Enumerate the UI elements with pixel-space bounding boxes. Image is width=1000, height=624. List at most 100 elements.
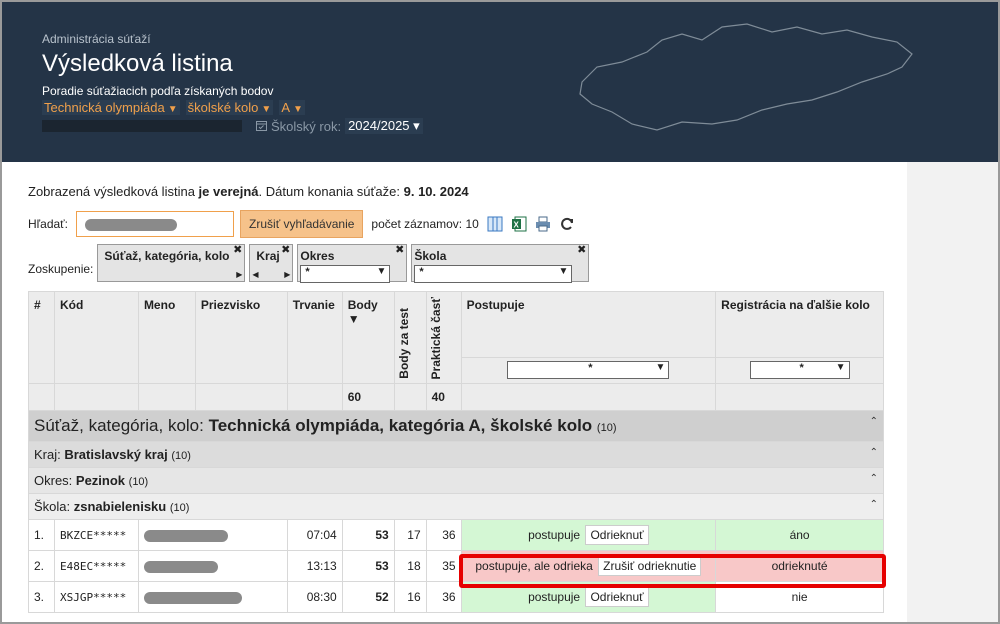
school-year-label: Školský rok: <box>271 118 342 134</box>
row-name-redacted <box>137 519 288 551</box>
row-duration: 13:13 <box>286 550 343 582</box>
window-frame: Administrácia súťaží Výsledková listina … <box>0 0 1000 624</box>
advances-status: postupuje <box>528 590 581 604</box>
col-registration[interactable]: Registrácia na ďalšie kolo <box>715 291 884 358</box>
row-advances: postupuje Odrieknuť <box>460 519 717 551</box>
decline-button[interactable]: Odrieknuť <box>585 587 649 607</box>
decline-button[interactable]: Odrieknuť <box>585 525 649 545</box>
max-empty <box>460 383 717 411</box>
group-header-competition[interactable]: Súťaž, kategória, kolo: Technická olympi… <box>28 410 884 442</box>
group4-value: zsnabielenisku <box>73 499 167 514</box>
row-registration: áno <box>715 519 884 551</box>
col-test-points[interactable]: Body za test <box>393 291 427 384</box>
breadcrumb[interactable]: Administrácia súťaží <box>42 32 151 46</box>
chevron-up-icon[interactable]: ⌃ <box>870 447 878 458</box>
close-icon[interactable]: ✖ <box>233 243 242 256</box>
chevron-up-icon[interactable]: ⌃ <box>870 473 878 484</box>
group-chip-school[interactable]: Škola ✖ * ▼ <box>411 243 590 283</box>
registration-filter-value: * <box>799 362 804 374</box>
row-advances: postupuje, ale odrieka Zrušiť odrieknuti… <box>460 550 717 582</box>
advances-status: postupuje <box>528 528 581 542</box>
close-icon[interactable]: ✖ <box>577 243 586 256</box>
group-chip-region-label: Kraj <box>256 249 280 263</box>
group-chip-district[interactable]: Okres ✖ * ▼ <box>297 243 408 283</box>
max-empty <box>194 383 288 411</box>
school-year: Školský rok: 2024/2025 ▾ <box>256 118 423 134</box>
competition-select[interactable]: Technická olympiáda ▼ <box>42 100 180 115</box>
search-redacted-text <box>85 219 178 231</box>
col-advances[interactable]: Postupuje <box>460 291 717 358</box>
close-icon[interactable]: ✖ <box>281 243 290 256</box>
arrow-right-icon[interactable]: ▶ <box>284 270 290 279</box>
school-year-select[interactable]: 2024/2025 ▾ <box>345 118 423 134</box>
grouping-label: Zoskupenie: <box>28 262 94 276</box>
group-chip-region[interactable]: Kraj ✖ ◀ ▶ <box>249 243 294 282</box>
district-filter-value: * <box>305 266 310 278</box>
chevron-down-icon: ▼ <box>835 362 846 373</box>
table-row[interactable]: 2. E48EC***** 13:13 53 18 35 postupuje, … <box>28 550 884 582</box>
registration-filter-cell: * ▼ <box>715 357 884 384</box>
row-test-points: 17 <box>393 519 427 551</box>
col-points[interactable]: Body ▼ <box>341 291 395 384</box>
refresh-icon[interactable] <box>559 216 575 232</box>
chevron-up-icon[interactable]: ⌃ <box>870 499 878 510</box>
round-select-value: školské kolo <box>187 100 259 115</box>
row-name-redacted <box>137 550 288 582</box>
group-header-school[interactable]: Škola: zsnabielenisku (10) ⌃ <box>28 493 884 520</box>
col-num[interactable]: # <box>28 291 55 384</box>
group3-label: Okres: <box>34 473 76 488</box>
chevron-up-icon[interactable]: ⌃ <box>870 416 878 427</box>
table-header-row: # Kód Meno Priezvisko Trvanie Body ▼ Bod… <box>28 291 884 384</box>
row-num: 1. <box>28 519 55 551</box>
col-practical[interactable]: Praktická časť <box>425 291 462 384</box>
chevron-down-icon: ▼ <box>655 362 666 373</box>
row-num: 3. <box>28 581 55 613</box>
arrow-right-icon[interactable]: ▶ <box>236 270 242 279</box>
print-icon[interactable] <box>535 216 551 232</box>
group1-label: Súťaž, kategória, kolo: <box>34 416 209 435</box>
col-code[interactable]: Kód <box>53 291 139 384</box>
col-name[interactable]: Meno <box>137 291 196 384</box>
row-advances: postupuje Odrieknuť <box>460 581 717 613</box>
group-header-region[interactable]: Kraj: Bratislavský kraj (10) ⌃ <box>28 441 884 468</box>
group-chip-competition[interactable]: Súťaž, kategória, kolo ✖ ▶ <box>97 243 246 282</box>
registration-filter-select[interactable]: * ▼ <box>749 361 850 379</box>
slovakia-map-icon <box>579 23 913 131</box>
public-status: je verejná <box>198 184 259 199</box>
close-icon[interactable]: ✖ <box>395 243 404 256</box>
results-table: # Kód Meno Priezvisko Trvanie Body ▼ Bod… <box>28 291 884 613</box>
district-filter-select[interactable]: * ▼ <box>300 265 391 283</box>
columns-icon[interactable] <box>487 216 503 232</box>
group-header-district[interactable]: Okres: Pezinok (10) ⌃ <box>28 467 884 494</box>
row-test-points: 18 <box>393 550 427 582</box>
col-surname[interactable]: Priezvisko <box>194 291 288 384</box>
cancel-search-button[interactable]: Zrušiť vyhľadávanie <box>240 210 364 238</box>
row-code: XSJGP***** <box>53 581 139 613</box>
col-duration[interactable]: Trvanie <box>286 291 343 384</box>
redacted-name-bar <box>143 529 228 542</box>
excel-export-icon[interactable]: X <box>511 216 527 232</box>
group2-value: Bratislavský kraj <box>64 447 168 462</box>
category-select[interactable]: A ▼ <box>279 100 305 115</box>
arrow-left-icon[interactable]: ◀ <box>252 270 258 279</box>
search-input[interactable] <box>76 211 235 237</box>
group-chip-school-label: Škola <box>414 249 447 263</box>
row-registration: nie <box>715 581 884 613</box>
table-row[interactable]: 3. XSJGP***** 08:30 52 16 36 postupuje O… <box>28 581 884 613</box>
record-count: počet záznamov: 10 <box>371 217 479 231</box>
school-filter-select[interactable]: * ▼ <box>414 265 573 283</box>
page-subtitle: Poradie súťažiacich podľa získaných bodo… <box>42 84 274 98</box>
cancel-decline-button[interactable]: Zrušiť odrieknutie <box>598 556 702 576</box>
table-max-row: 60 40 <box>28 383 884 411</box>
chevron-down-icon: ▼ <box>292 104 303 115</box>
round-select[interactable]: školské kolo ▼ <box>185 100 274 115</box>
row-practical: 36 <box>425 581 462 613</box>
group1-count: (10) <box>596 422 617 434</box>
chevron-down-icon: ▼ <box>558 266 569 277</box>
advances-filter-value: * <box>588 362 593 374</box>
category-select-value: A <box>281 100 290 115</box>
table-row[interactable]: 1. BKZCE***** 07:04 53 17 36 postupuje O… <box>28 519 884 551</box>
col-test-points-label: Body za test <box>396 308 411 379</box>
max-empty <box>715 383 884 411</box>
advances-filter-select[interactable]: * ▼ <box>507 361 670 379</box>
